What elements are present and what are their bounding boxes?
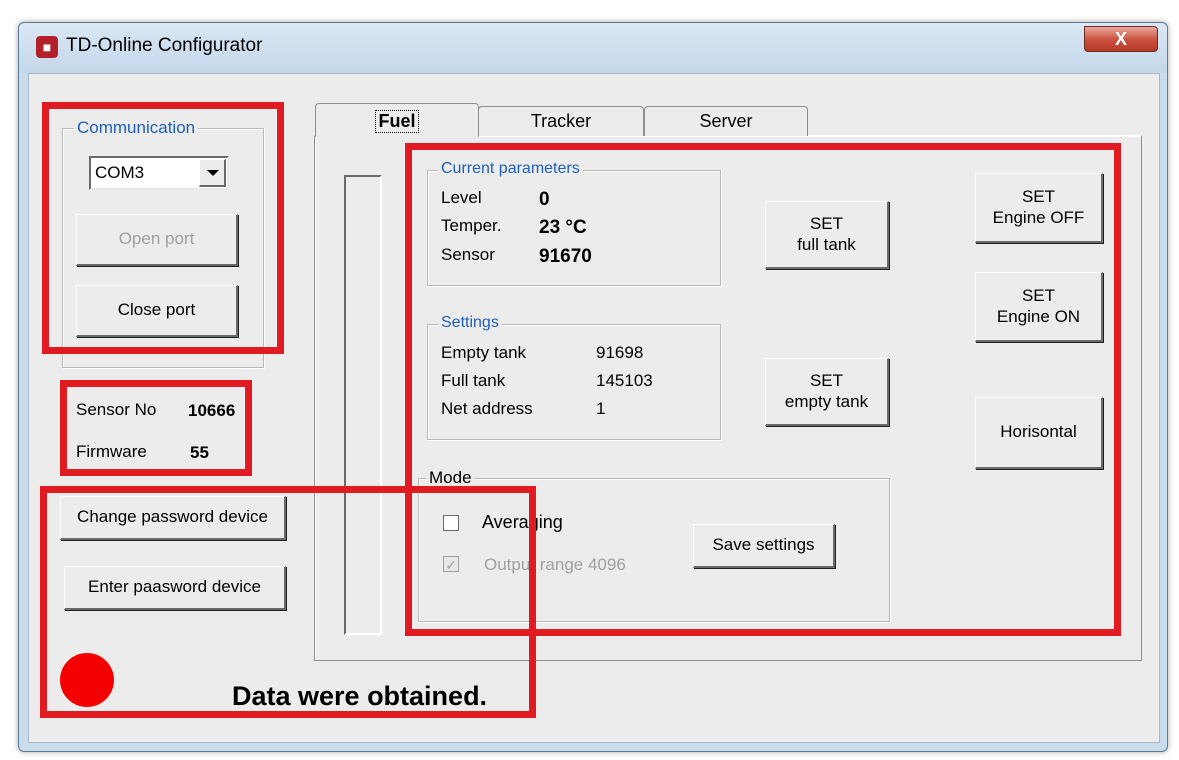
tab-server[interactable]: Server: [644, 106, 808, 136]
app-logo-icon: ■: [36, 36, 58, 58]
highlight-communication: [42, 102, 284, 354]
close-icon: X: [1114, 29, 1127, 49]
highlight-fuel-panel: [405, 143, 1121, 636]
highlight-device-info: [60, 380, 252, 476]
tab-tracker-label: Tracker: [530, 111, 592, 131]
tab-fuel-label: Fuel: [375, 110, 419, 133]
window-title: TD-Online Configurator: [66, 35, 263, 56]
tab-fuel[interactable]: Fuel: [315, 103, 479, 137]
close-button[interactable]: X: [1084, 26, 1158, 52]
tab-tracker[interactable]: Tracker: [478, 106, 644, 136]
tab-server-label: Server: [699, 111, 753, 131]
